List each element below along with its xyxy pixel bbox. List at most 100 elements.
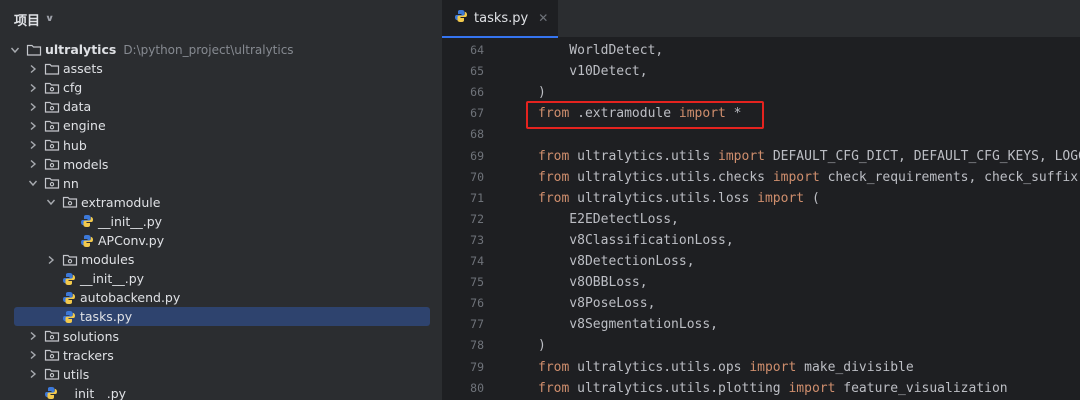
code-keyword: from [538, 148, 570, 164]
chevron-right-icon[interactable] [46, 255, 56, 265]
tab-tasks-py[interactable]: tasks.py ✕ [442, 0, 559, 38]
tree-item-label: APConv.py [98, 233, 165, 248]
chevron-right-icon[interactable] [28, 369, 38, 379]
code-line[interactable]: v8OBBLoss, [538, 272, 647, 293]
chevron-right-icon[interactable] [28, 64, 38, 74]
project-panel-header[interactable]: 项目 ∨ [14, 9, 55, 29]
tree-item-label: solutions [63, 328, 120, 344]
code-line[interactable]: v8PoseLoss, [538, 293, 655, 314]
code-line[interactable]: from .extramodule import * [538, 103, 742, 124]
tree-item-label: modules [81, 252, 135, 268]
folder-icon [44, 62, 60, 76]
code-line[interactable]: v10Detect, [538, 61, 648, 82]
code-text: v8DetectionLoss, [538, 254, 695, 269]
line-number: 65 [470, 64, 484, 79]
code-text: ( [804, 190, 820, 206]
chevron-right-icon[interactable] [28, 121, 38, 131]
tree-item-label: data [63, 99, 92, 115]
chevron-right-icon[interactable] [28, 140, 38, 150]
chevron-right-icon[interactable] [28, 102, 38, 112]
tree-item-label: __init__.py [80, 271, 145, 287]
line-number: 64 [470, 43, 484, 57]
chevron-right-icon[interactable] [28, 331, 38, 341]
code-line[interactable]: ) [538, 82, 546, 103]
tree-item-utils[interactable]: utils [0, 365, 442, 384]
tree-item-hub[interactable]: hub [0, 136, 442, 155]
project-panel: 项目 ∨ ultralytics D:\python_project\ultral… [0, 0, 442, 400]
tree-item-label: tasks.py [80, 309, 133, 325]
code-keyword: import [718, 148, 765, 164]
tree-item-engine[interactable]: engine [0, 116, 442, 135]
code-keyword: import [757, 190, 805, 206]
tree-item-apconv-py[interactable]: APConv.py [0, 231, 442, 250]
tree-item-label: __init__.py [62, 385, 127, 400]
code-line[interactable]: v8DetectionLoss, [538, 251, 695, 272]
line-number: 74 [470, 254, 484, 268]
chevron-down-icon[interactable] [28, 178, 38, 188]
code-line[interactable]: from ultralytics.utils.checks import che… [538, 167, 1080, 188]
code-keyword: from [538, 169, 570, 185]
package-folder-icon [44, 100, 60, 114]
tree-item-label: extramodule [81, 194, 161, 210]
code-area[interactable]: WorldDetect, v10Detect,) from .extramodul… [538, 38, 1080, 400]
line-number: 67 [470, 106, 484, 121]
tree-item-init-py[interactable]: __init__.py [0, 384, 442, 400]
package-folder-icon [44, 81, 60, 95]
tree-item-autobackend-py[interactable]: autobackend.py [0, 288, 442, 307]
tree-item-assets[interactable]: assets [0, 59, 442, 78]
code-text: ultralytics.utils [569, 148, 719, 164]
tree-item-label: hub [63, 137, 87, 153]
tree-item-label: __init__.py [98, 213, 163, 229]
tree-item-tasks-py[interactable]: tasks.py [0, 307, 442, 327]
chevron-right-icon[interactable] [28, 350, 38, 360]
chevron-right-icon[interactable] [28, 83, 38, 93]
chevron-down-icon[interactable] [10, 45, 20, 55]
code-keyword: from [538, 106, 570, 122]
code-line[interactable]: E2EDetectLoss, [538, 209, 679, 230]
tree-item-models[interactable]: models [0, 155, 442, 174]
chevron-down-icon[interactable] [46, 197, 56, 207]
tree-item-label: assets [63, 61, 103, 77]
tree-item-modules[interactable]: modules [0, 250, 442, 269]
code-line[interactable]: WorldDetect, [538, 40, 663, 61]
code-line[interactable]: v8SegmentationLoss, [538, 314, 718, 335]
tree-item-solutions[interactable]: solutions [0, 327, 442, 346]
code-line[interactable]: from ultralytics.utils.ops import make_d… [538, 357, 914, 378]
code-line[interactable]: from ultralytics.utils import DEFAULT_CF… [538, 146, 1080, 167]
line-number: 77 [470, 317, 484, 332]
code-line[interactable]: from ultralytics.utils.loss import ( [538, 188, 820, 209]
tree-item-trackers[interactable]: trackers [0, 346, 442, 365]
code-line[interactable]: from ultralytics.utils.plotting import f… [538, 378, 1008, 399]
tree-item-init-py[interactable]: __init__.py [0, 212, 442, 231]
tree-item-label: autobackend.py [80, 290, 181, 306]
python-file-icon [80, 234, 94, 248]
code-text: ) [538, 85, 546, 101]
project-panel-title: 项目 [14, 13, 41, 29]
code-editor[interactable]: tasks.py ✕ 64 65 66 67 68 69 70 71 72 73 74 75 76 77 7… [442, 0, 1080, 400]
code-line[interactable]: ) [538, 335, 546, 356]
package-folder-icon [44, 348, 60, 362]
package-folder-icon [62, 253, 78, 267]
tree-item-nn[interactable]: nn [0, 174, 442, 193]
code-text: v10Detect, [538, 64, 648, 80]
tree-item-init-py[interactable]: __init__.py [0, 269, 442, 288]
code-text: v8PoseLoss, [538, 296, 656, 312]
code-keyword: from [538, 380, 570, 396]
code-text: DEFAULT_CFG_DICT, DEFAULT_CFG_KEYS, LOGG… [765, 148, 1080, 164]
tree-item-ultralytics[interactable]: ultralytics D:\python_project\ultralytics [0, 40, 442, 59]
close-icon[interactable]: ✕ [538, 11, 548, 25]
code-text: v8ClassificationLoss, [538, 232, 734, 248]
tree-item-extramodule[interactable]: extramodule [0, 193, 442, 212]
tree-item-data[interactable]: data [0, 97, 442, 116]
package-folder-icon [44, 138, 60, 152]
arrow-spacer [28, 388, 38, 398]
code-line[interactable]: v8ClassificationLoss, [538, 230, 734, 251]
package-folder-icon [44, 329, 60, 343]
tree-item-cfg[interactable]: cfg [0, 78, 442, 97]
code-text: ultralytics.utils.ops [569, 359, 750, 375]
chevron-right-icon[interactable] [28, 159, 38, 169]
tree-item-label: trackers [63, 347, 114, 363]
line-number: 71 [470, 190, 484, 205]
chevron-down-icon[interactable]: ∨ [45, 14, 55, 24]
code-keyword: import [749, 359, 797, 375]
